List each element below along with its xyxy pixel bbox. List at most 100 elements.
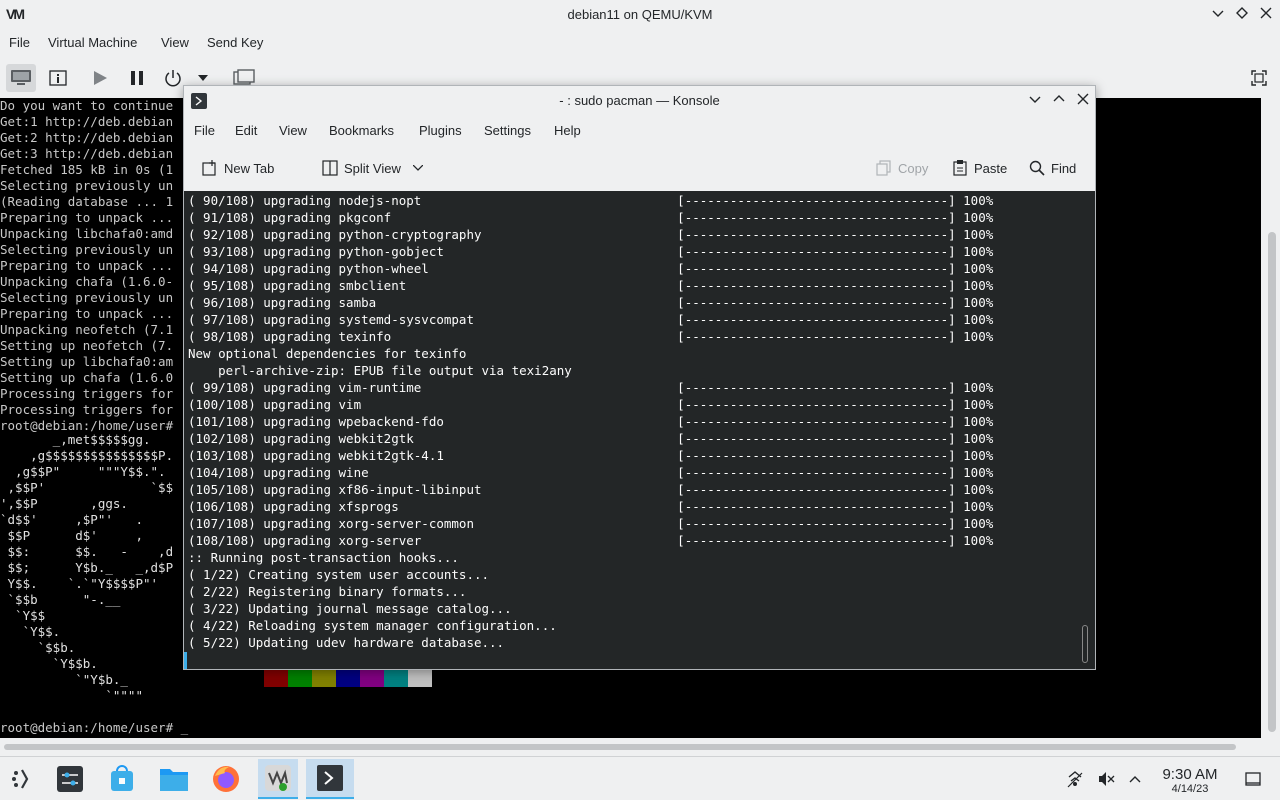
virt-manager-icon [265, 765, 291, 791]
color-swatch [312, 670, 336, 687]
konsole-maximize-icon[interactable] [1050, 92, 1068, 110]
color-swatch [336, 670, 360, 687]
paste-label: Paste [974, 160, 1008, 176]
application-launcher-button[interactable] [2, 759, 42, 799]
konsole-menu-bookmarks[interactable]: Bookmarks [329, 123, 394, 138]
neofetch-ascii-logo: _,met$$$$$gg. ,g$$$$$$$$$$$$$$$P. ,g$$P"… [0, 432, 174, 703]
network-icon[interactable] [1065, 769, 1085, 789]
menu-file[interactable]: File [9, 35, 30, 50]
clock-date[interactable]: 4/14/23 [1158, 783, 1222, 795]
close-icon[interactable] [1257, 6, 1275, 24]
konsole-menu-help[interactable]: Help [554, 123, 581, 138]
taskbar: 9:30 AM 4/14/23 [0, 756, 1280, 800]
copy-button[interactable]: Copy [876, 157, 928, 179]
folder-icon [160, 769, 188, 791]
horizontal-scrollbar[interactable] [0, 740, 1261, 752]
terminal-output: ( 90/108) upgrading nodejs-nopt [-------… [188, 192, 1078, 651]
guest-console-line: Setting up neofetch (7. [0, 338, 174, 353]
terminal-line: ( 94/108) upgrading python-wheel [------… [188, 261, 994, 276]
konsole-menu-file[interactable]: File [194, 123, 215, 138]
details-view-button[interactable] [43, 64, 73, 92]
minimize-icon[interactable] [1209, 6, 1227, 24]
guest-console-line: Unpacking libchafa0:amd [0, 226, 174, 241]
find-label: Find [1051, 160, 1077, 176]
neofetch-color-palette [264, 670, 432, 687]
clock-time[interactable]: 9:30 AM [1158, 766, 1222, 783]
terminal-line: (101/108) upgrading wpebackend-fdo [----… [188, 414, 994, 429]
terminal-scrollbar[interactable] [1082, 625, 1088, 663]
konsole-menu-edit[interactable]: Edit [235, 123, 257, 138]
color-swatch [288, 670, 312, 687]
terminal-line: (105/108) upgrading xf86-input-libinput … [188, 482, 994, 497]
new-tab-icon [202, 160, 216, 176]
konsole-toolbar: New Tab Split View Copy Paste Find [184, 150, 1095, 186]
terminal-line: perl-archive-zip: EPUB file output via t… [188, 363, 572, 378]
firefox-icon [213, 766, 239, 792]
terminal-line: New optional dependencies for texinfo [188, 346, 467, 361]
pause-button[interactable] [122, 64, 152, 92]
terminal-line: ( 1/22) Creating system user accounts... [188, 567, 490, 582]
guest-console-line: Processing triggers for [0, 386, 174, 401]
guest-console-line: Unpacking neofetch (7.1 [0, 322, 174, 337]
terminal-line: ( 2/22) Registering binary formats... [188, 584, 467, 599]
menu-send-key[interactable]: Send Key [207, 35, 263, 50]
color-swatch [408, 670, 432, 687]
guest-console-line: Get:1 http://deb.debian [0, 114, 174, 129]
info-icon [49, 70, 67, 86]
run-button[interactable] [85, 64, 115, 92]
store-icon [111, 765, 133, 791]
virt-manager-task[interactable] [258, 759, 298, 799]
console-view-button[interactable] [6, 64, 36, 92]
guest-console-line: Unpacking chafa (1.6.0- [0, 274, 174, 289]
split-view-label: Split View [344, 160, 401, 176]
guest-shell-prompt: root@debian:/home/user# _ [0, 720, 189, 735]
show-desktop-icon[interactable] [1243, 769, 1263, 789]
window-title: debian11 on QEMU/KVM [567, 7, 713, 22]
konsole-menu-view[interactable]: View [279, 123, 307, 138]
konsole-menu-settings[interactable]: Settings [484, 123, 531, 138]
konsole-task[interactable] [306, 759, 354, 799]
paste-button[interactable]: Paste [952, 157, 1007, 179]
color-swatch [384, 670, 408, 687]
guest-console-line: Preparing to unpack ... [0, 258, 174, 273]
guest-console-line: Processing triggers for [0, 402, 174, 417]
konsole-menu-plugins[interactable]: Plugins [419, 123, 462, 138]
menu-view[interactable]: View [161, 35, 189, 50]
show-hidden-tray-icon[interactable] [1125, 769, 1145, 789]
terminal-line: ( 5/22) Updating udev hardware database.… [188, 635, 505, 650]
firefox-task[interactable] [206, 759, 246, 799]
vm-menubar: File Virtual Machine View Send Key [0, 32, 1280, 56]
guest-console-line: Selecting previously un [0, 290, 174, 305]
terminal-line: ( 99/108) upgrading vim-runtime [-------… [188, 380, 994, 395]
new-tab-label: New Tab [224, 160, 275, 176]
menu-virtual-machine[interactable]: Virtual Machine [48, 35, 137, 50]
konsole-titlebar[interactable]: - : sudo pacman — Konsole [184, 86, 1095, 116]
guest-console-line: Selecting previously un [0, 242, 174, 257]
terminal-line: (107/108) upgrading xorg-server-common [… [188, 516, 994, 531]
konsole-close-icon[interactable] [1074, 92, 1092, 110]
dropdown-arrow-icon [198, 75, 208, 81]
power-icon [165, 70, 181, 87]
konsole-minimize-icon[interactable] [1026, 92, 1044, 110]
konsole-terminal[interactable]: ( 90/108) upgrading nodejs-nopt [-------… [184, 191, 1095, 669]
split-view-button[interactable]: Split View [322, 157, 423, 179]
fullscreen-button[interactable] [1244, 64, 1274, 92]
guest-console-line: Get:2 http://deb.debian [0, 130, 174, 145]
guest-console-line: (Reading database ... 1 [0, 194, 174, 209]
vm-titlebar: VM debian11 on QEMU/KVM [0, 0, 1280, 30]
volume-muted-icon[interactable] [1096, 769, 1116, 789]
terminal-line: ( 97/108) upgrading systemd-sysvcompat [… [188, 312, 994, 327]
settings-icon [57, 766, 83, 792]
guest-console-line: Fetched 185 kB in 0s (1 [0, 162, 174, 177]
guest-console-line: Setting up libchafa0:am [0, 354, 174, 369]
color-swatch [264, 670, 288, 687]
system-settings-task[interactable] [50, 759, 90, 799]
discover-task[interactable] [102, 759, 142, 799]
konsole-window[interactable]: - : sudo pacman — Konsole File Edit View… [183, 85, 1096, 670]
maximize-icon[interactable] [1233, 6, 1251, 24]
find-button[interactable]: Find [1029, 157, 1076, 179]
terminal-line: ( 4/22) Reloading system manager configu… [188, 618, 557, 633]
file-manager-task[interactable] [154, 759, 194, 799]
new-tab-button[interactable]: New Tab [202, 157, 274, 179]
vertical-scrollbar[interactable] [1263, 98, 1280, 738]
